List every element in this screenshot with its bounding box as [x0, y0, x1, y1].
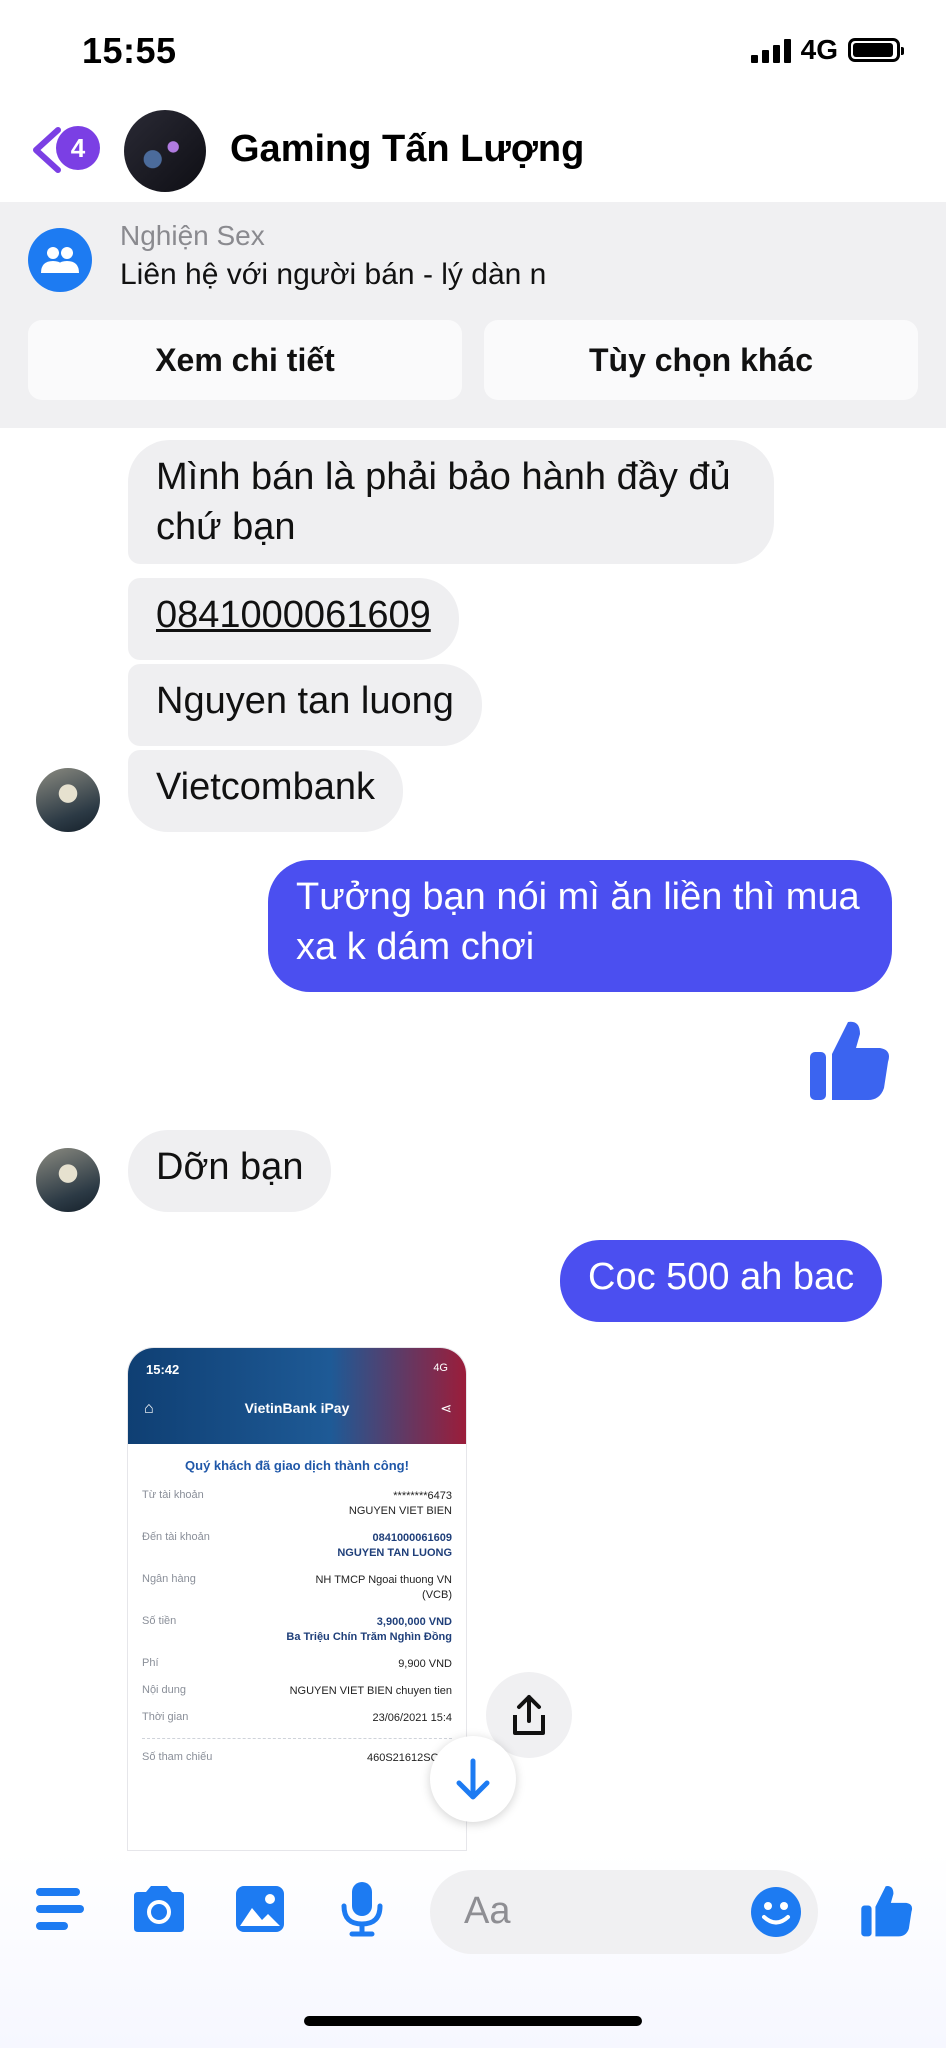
receipt-row: Phí 9,900 VND	[128, 1657, 466, 1672]
thumbs-up-icon[interactable]	[808, 1016, 892, 1102]
receipt-value: 3,900,000 VND Ba Triệu Chín Trăm Nghìn Đồ…	[286, 1616, 452, 1643]
receipt-value: 23/06/2021 15:4	[372, 1712, 452, 1724]
message-outgoing[interactable]: Tưởng bạn nói mì ăn liền thì mua xa k dá…	[268, 860, 892, 992]
receipt-value: NH TMCP Ngoai thuong VN (VCB)	[315, 1574, 452, 1601]
group-icon	[28, 228, 92, 292]
share-icon	[513, 1695, 545, 1735]
receipt-label: Nội dung	[142, 1684, 187, 1696]
image-icon[interactable]	[234, 1884, 286, 1934]
chat-title[interactable]: Gaming Tấn Lượng	[230, 128, 584, 171]
receipt-row: Số tiền 3,900,000 VND Ba Triệu Chín Trăm …	[128, 1615, 466, 1645]
sender-avatar[interactable]	[36, 768, 100, 832]
receipt-time: 15:42	[146, 1362, 180, 1377]
receipt-label: Đến tài khoản	[142, 1531, 210, 1543]
receipt-row: Đến tài khoản 0841000061609 NGUYEN TAN LU…	[128, 1531, 466, 1561]
like-icon[interactable]	[860, 1882, 914, 1938]
receipt-header: 15:42 4G ⌂ VietinBank iPay ⋖	[128, 1348, 466, 1444]
more-options-button[interactable]: Tùy chọn khác	[484, 320, 918, 400]
status-indicators: 4G	[750, 34, 904, 66]
receipt-label: Phí	[142, 1657, 159, 1669]
marketplace-text: Liên hệ với người bán - lý dàn n	[120, 258, 547, 291]
emoji-icon[interactable]	[750, 1886, 802, 1938]
message-incoming[interactable]: Dỡn bạn	[128, 1130, 332, 1212]
receipt-label: Từ tài khoản	[142, 1489, 204, 1501]
receipt-row: Số tham chiếu 460S21612SQJV	[128, 1751, 466, 1766]
message-incoming[interactable]: 0841000061609	[128, 578, 459, 660]
receipt-row: Từ tài khoản ********6473 NGUYEN VIET BIE…	[128, 1489, 466, 1519]
battery-icon	[848, 38, 904, 62]
receipt-label: Ngân hàng	[142, 1573, 196, 1585]
receipt-divider	[142, 1738, 452, 1739]
view-details-button[interactable]: Xem chi tiết	[28, 320, 462, 400]
receipt-label: Số tham chiếu	[142, 1751, 213, 1763]
message-outgoing[interactable]: Coc 500 ah bac	[560, 1240, 883, 1322]
receipt-row: Thời gian 23/06/2021 15:4	[128, 1711, 466, 1726]
receipt-image[interactable]: 15:42 4G ⌂ VietinBank iPay ⋖ Quý khách đ…	[128, 1348, 466, 1850]
microphone-icon[interactable]	[340, 1880, 384, 1938]
receipt-label: Số tiền	[142, 1615, 177, 1627]
unread-count-badge[interactable]: 4	[56, 126, 100, 170]
receipt-row: Nội dung NGUYEN VIET BIEN chuyen tien	[128, 1684, 466, 1699]
message-input-placeholder: Aa	[464, 1890, 511, 1932]
message-incoming[interactable]: Nguyen tan luong	[128, 664, 482, 746]
receipt-value: 9,900 VND	[398, 1658, 452, 1670]
receipt-value: 0841000061609 NGUYEN TAN LUONG	[337, 1532, 452, 1559]
receipt-app-title: VietinBank iPay	[244, 1400, 350, 1416]
receipt-label: Thời gian	[142, 1711, 189, 1723]
arrow-down-icon	[456, 1758, 490, 1800]
menu-icon[interactable]	[34, 1886, 86, 1932]
sender-avatar[interactable]	[36, 1148, 100, 1212]
receipt-success: Quý khách đã giao dịch thành công!	[185, 1458, 409, 1473]
receipt-row: Ngân hàng NH TMCP Ngoai thuong VN (VCB)	[128, 1573, 466, 1603]
status-time: 15:55	[82, 30, 177, 71]
share-icon: ⋖	[440, 1400, 452, 1416]
receipt-value: ********6473 NGUYEN VIET BIEN	[348, 1490, 452, 1517]
network-label: 4G	[800, 34, 838, 65]
camera-icon[interactable]	[130, 1884, 188, 1934]
message-incoming[interactable]: Vietcombank	[128, 750, 403, 832]
scroll-down-button[interactable]	[430, 1736, 516, 1822]
receipt-signal: 4G	[433, 1362, 448, 1374]
account-number-link[interactable]: 0841000061609	[156, 594, 431, 636]
receipt-value: NGUYEN VIET BIEN chuyen tien	[289, 1685, 452, 1697]
marketplace-subtitle: Nghiện Sex	[120, 220, 265, 251]
contact-avatar[interactable]	[124, 110, 206, 192]
message-incoming[interactable]: Mình bán là phải bảo hành đầy đủ chứ bạn	[128, 440, 774, 564]
signal-icon	[750, 37, 791, 63]
home-indicator	[304, 2016, 642, 2026]
